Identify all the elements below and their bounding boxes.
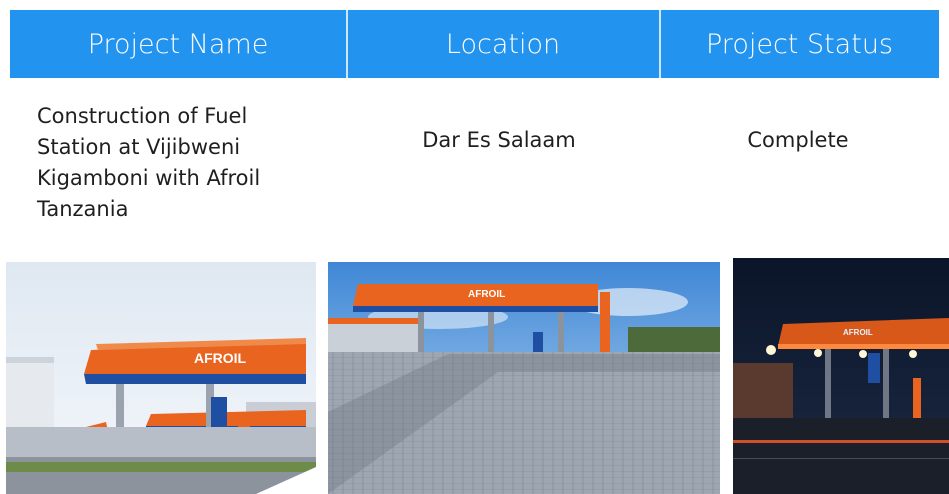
status-cell: Complete <box>747 128 849 152</box>
svg-text:AFROIL: AFROIL <box>194 350 247 366</box>
svg-text:AFROIL: AFROIL <box>843 328 873 337</box>
location-cell: Dar Es Salaam <box>422 128 576 152</box>
table-header: Project Name Location Project Status <box>10 10 939 78</box>
afroil-sign: AFROIL <box>468 289 505 300</box>
afroil-sign: AFROIL <box>843 328 873 337</box>
header-project-status: Project Status <box>706 28 893 60</box>
svg-text:AFROIL: AFROIL <box>468 289 505 300</box>
project-name-cell: Construction of Fuel Station at Vijibwen… <box>37 104 261 221</box>
header-location: Location <box>445 28 561 60</box>
project-photo-2[interactable]: AFROIL <box>328 262 720 494</box>
header-project-name: Project Name <box>87 28 269 60</box>
project-photo-3[interactable]: AFROIL <box>733 258 949 494</box>
project-photo-1[interactable]: AFROIL <box>6 262 316 494</box>
